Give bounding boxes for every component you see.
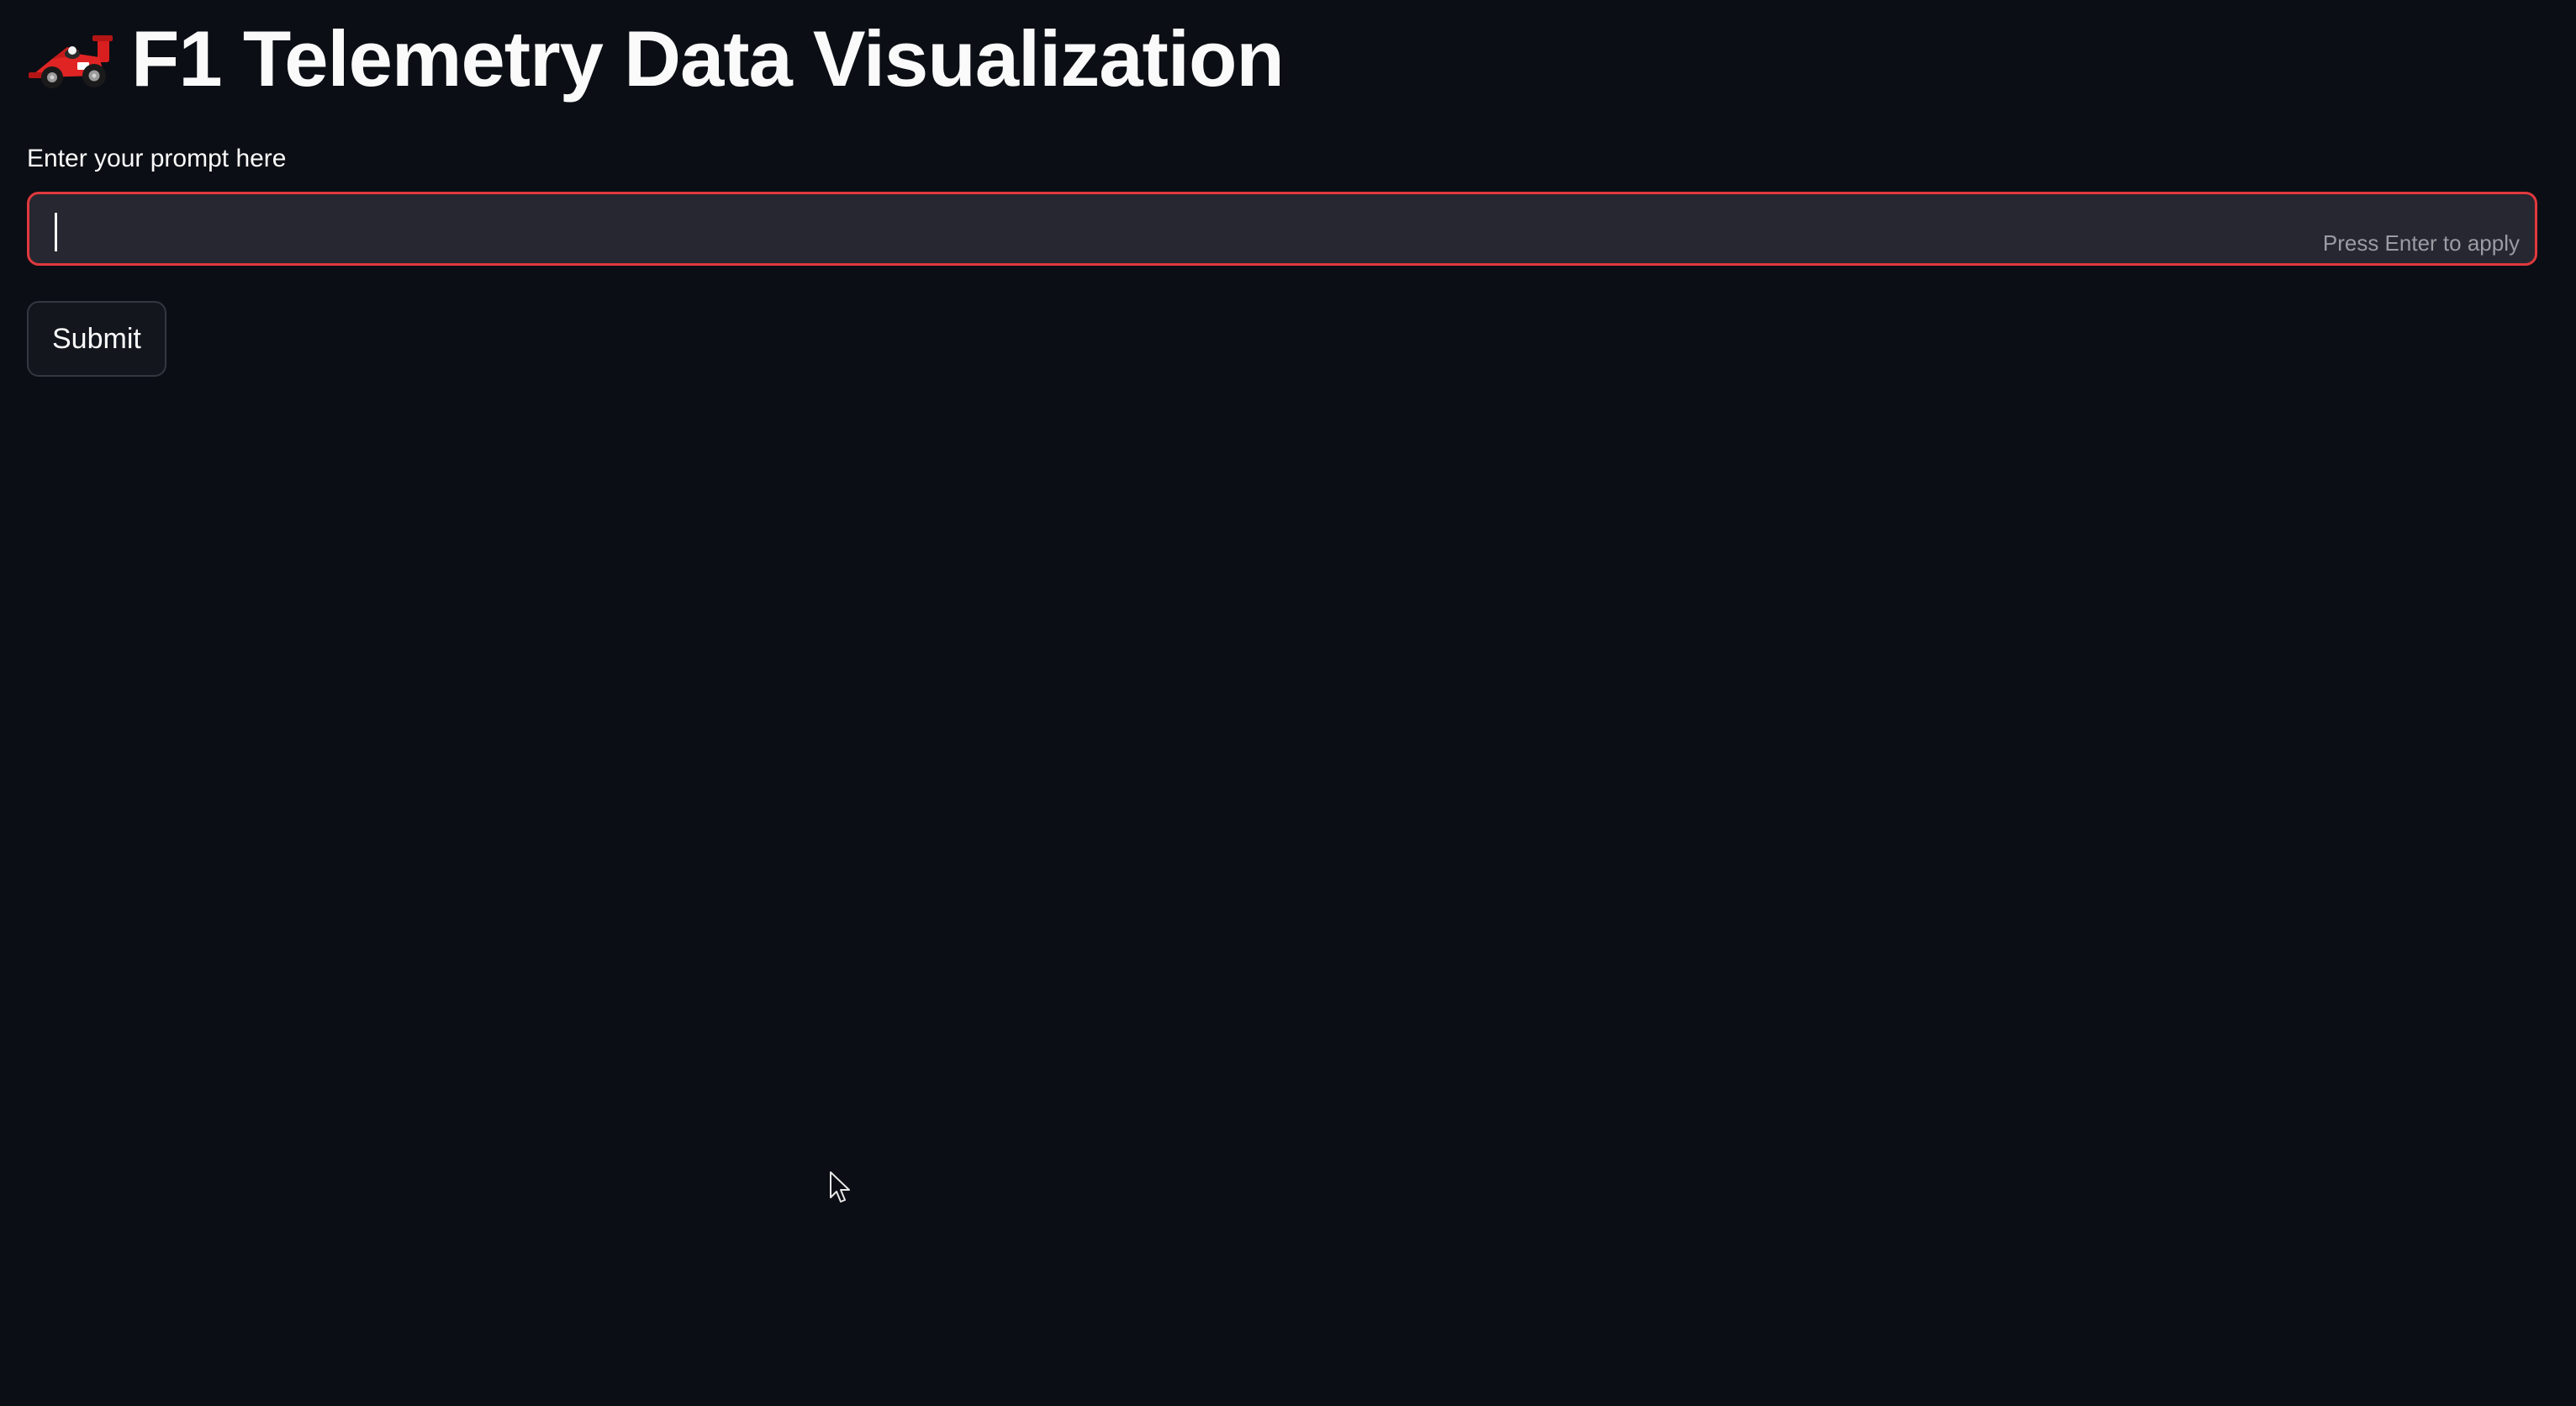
submit-button[interactable]: Submit xyxy=(27,301,166,377)
page-title: F1 Telemetry Data Visualization xyxy=(131,14,1285,103)
mouse-pointer-icon xyxy=(830,1171,850,1202)
input-hint: Press Enter to apply xyxy=(2322,230,2520,256)
prompt-label: Enter your prompt here xyxy=(27,145,287,172)
page-header: F1 Telemetry Data Visualization xyxy=(27,8,1285,109)
prompt-field[interactable]: Press Enter to apply xyxy=(27,192,2537,266)
prompt-input[interactable] xyxy=(51,194,2325,265)
race-car-icon xyxy=(29,35,113,88)
text-caret xyxy=(55,213,57,251)
app-root: F1 Telemetry Data Visualization Enter yo… xyxy=(0,0,2576,1406)
